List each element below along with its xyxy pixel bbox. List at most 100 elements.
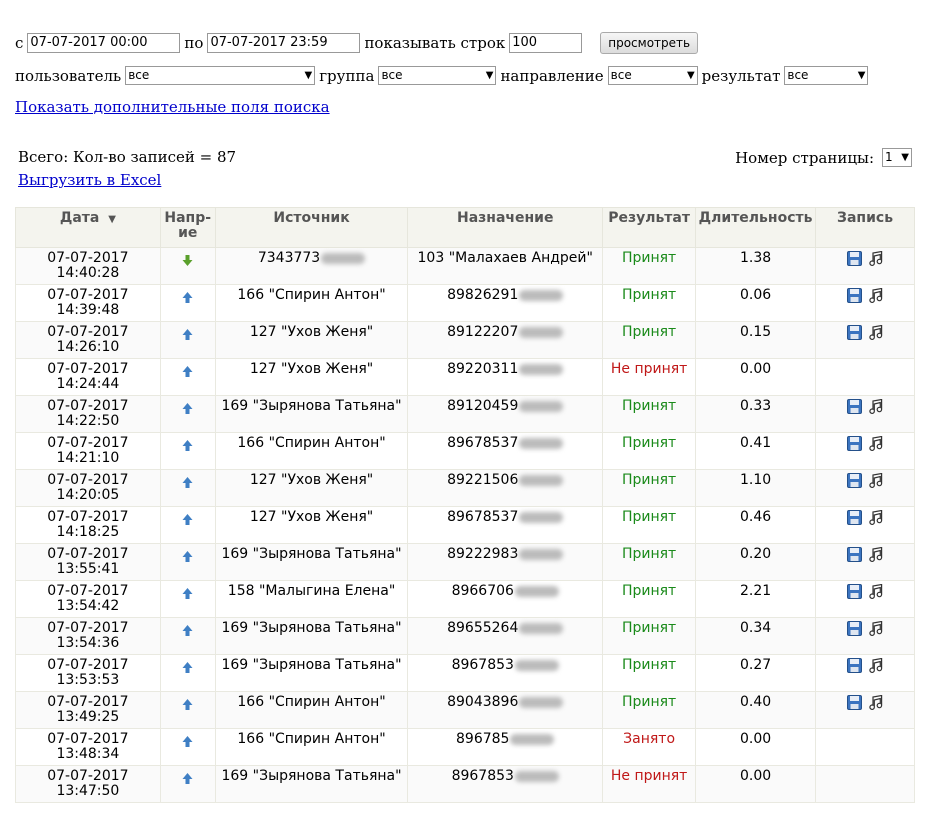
call-duration: 2.21: [739, 583, 772, 599]
cell-direction: [159, 247, 216, 285]
music-note-icon[interactable]: [868, 546, 883, 566]
view-button[interactable]: просмотреть: [600, 32, 699, 54]
rows-count-input[interactable]: 100: [509, 33, 583, 53]
col-duration-header: Длительность: [695, 207, 817, 248]
music-note-icon[interactable]: [868, 287, 883, 307]
cell-record: [815, 765, 915, 803]
floppy-disk-icon[interactable]: [847, 288, 863, 307]
direction-select[interactable]: все ▼: [607, 66, 698, 85]
call-duration: 0.00: [739, 361, 772, 377]
arrow-up-blue-icon: [182, 329, 193, 344]
call-destination: 89043896: [447, 694, 519, 710]
cell-direction: [159, 284, 216, 322]
arrow-up-blue-icon: [182, 514, 193, 529]
cell-date: 07-07-2017 14:39:48: [15, 284, 161, 322]
cell-source: 127 "Ухов Женя": [214, 321, 409, 359]
floppy-disk-icon[interactable]: [847, 325, 863, 344]
music-note-icon[interactable]: [868, 250, 883, 270]
cell-date: 07-07-2017 13:48:34: [15, 728, 161, 766]
call-destination: 8966706: [451, 583, 514, 599]
music-note-icon[interactable]: [868, 657, 883, 677]
call-destination: 103 "Малахаев Андрей": [417, 250, 593, 266]
call-source: 169 "Зырянова Татьяна": [221, 768, 402, 784]
cell-duration: 0.34: [695, 617, 817, 655]
arrow-up-blue-icon: [182, 477, 193, 492]
call-duration: 0.41: [739, 435, 772, 451]
cell-direction: [159, 654, 216, 692]
cell-destination: 89826291: [407, 284, 604, 322]
cell-record: [815, 506, 915, 544]
call-result: Принят: [621, 287, 677, 303]
table-header-row: Дата ▼ Напр-ие Источник Назначение Резул…: [15, 207, 915, 248]
call-result: Занято: [623, 731, 676, 747]
redacted-blur: [519, 696, 564, 708]
cell-duration: 0.06: [695, 284, 817, 322]
sort-desc-icon: ▼: [108, 214, 116, 225]
call-time: 13:47:50: [56, 783, 120, 799]
cell-destination: 8966706: [407, 580, 604, 618]
cell-direction: [159, 765, 216, 803]
music-note-icon[interactable]: [868, 398, 883, 418]
call-date: 07-07-2017: [47, 731, 129, 747]
call-destination: 89678537: [447, 509, 519, 525]
music-note-icon[interactable]: [868, 620, 883, 640]
cell-direction: [159, 432, 216, 470]
music-note-icon[interactable]: [868, 694, 883, 714]
music-note-icon[interactable]: [868, 324, 883, 344]
music-note-icon[interactable]: [868, 435, 883, 455]
user-select[interactable]: все ▼: [125, 66, 316, 85]
music-note-icon[interactable]: [868, 509, 883, 529]
call-source: 166 "Спирин Антон": [237, 731, 386, 747]
call-source: 166 "Спирин Антон": [237, 694, 386, 710]
cell-source: 169 "Зырянова Татьяна": [214, 765, 409, 803]
call-date: 07-07-2017: [47, 657, 129, 673]
call-result: Принят: [621, 435, 677, 451]
call-time: 13:48:34: [56, 746, 120, 762]
cell-destination: 89222983: [407, 543, 604, 581]
call-result: Принят: [621, 472, 677, 488]
floppy-disk-icon[interactable]: [847, 621, 863, 640]
cell-date: 07-07-2017 13:47:50: [15, 765, 161, 803]
page-select[interactable]: 1 ▼: [882, 148, 912, 167]
floppy-disk-icon[interactable]: [847, 473, 863, 492]
arrow-up-blue-icon: [182, 662, 193, 677]
result-select[interactable]: все ▼: [784, 66, 869, 85]
call-source: 169 "Зырянова Татьяна": [221, 546, 402, 562]
call-date: 07-07-2017: [47, 768, 129, 784]
from-date-input[interactable]: 07-07-2017 00:00: [27, 33, 181, 53]
floppy-disk-icon[interactable]: [847, 399, 863, 418]
cell-direction: [159, 691, 216, 729]
export-excel-link[interactable]: Выгрузить в Excel: [18, 171, 161, 189]
floppy-disk-icon[interactable]: [847, 510, 863, 529]
to-date-input[interactable]: 07-07-2017 23:59: [207, 33, 361, 53]
floppy-disk-icon[interactable]: [847, 436, 863, 455]
floppy-disk-icon[interactable]: [847, 695, 863, 714]
calls-table: Дата ▼ Напр-ие Источник Назначение Резул…: [15, 207, 915, 803]
call-date: 07-07-2017: [47, 694, 129, 710]
floppy-disk-icon[interactable]: [847, 658, 863, 677]
cell-date: 07-07-2017 14:18:25: [15, 506, 161, 544]
table-row: 07-07-2017 14:21:10 166 "Спирин Антон" 8967…: [15, 432, 915, 470]
call-duration: 0.20: [739, 546, 772, 562]
call-time: 14:18:25: [56, 524, 120, 540]
redacted-blur: [321, 252, 366, 264]
call-destination: 89120459: [447, 398, 519, 414]
call-time: 14:39:48: [56, 302, 120, 318]
redacted-blur: [519, 474, 564, 486]
call-duration: 0.00: [739, 731, 772, 747]
cell-direction: [159, 728, 216, 766]
floppy-disk-icon[interactable]: [847, 547, 863, 566]
cell-duration: 1.38: [695, 247, 817, 285]
floppy-disk-icon[interactable]: [847, 584, 863, 603]
floppy-disk-icon[interactable]: [847, 251, 863, 270]
call-destination: 89220311: [447, 361, 519, 377]
call-date: 07-07-2017: [47, 361, 129, 377]
cell-direction: [159, 506, 216, 544]
music-note-icon[interactable]: [868, 583, 883, 603]
advanced-search-link[interactable]: Показать дополнительные поля поиска: [15, 98, 330, 116]
group-select[interactable]: все ▼: [378, 66, 497, 85]
music-note-icon[interactable]: [868, 472, 883, 492]
cell-record: [815, 284, 915, 322]
col-date-header[interactable]: Дата ▼: [15, 207, 161, 248]
cell-record: [815, 432, 915, 470]
